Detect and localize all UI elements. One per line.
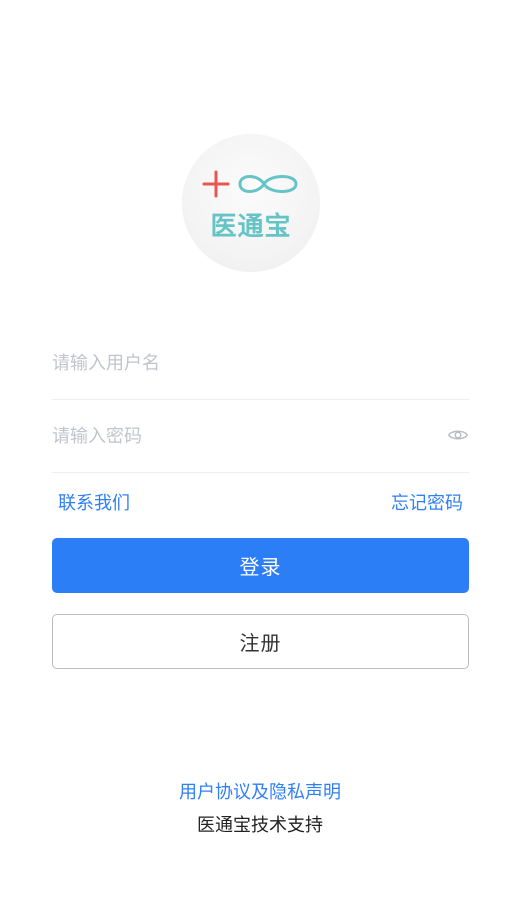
login-screen: 医通宝 联系我们 忘记密码 登录 注册 用户协议及隐私声明 医通宝技术支持 — [0, 0, 520, 924]
password-field-row — [52, 400, 469, 473]
username-input[interactable] — [52, 327, 432, 399]
forgot-password-link[interactable]: 忘记密码 — [391, 489, 463, 515]
tech-support-text: 医通宝技术支持 — [197, 815, 323, 836]
eye-icon[interactable] — [447, 424, 469, 446]
password-input[interactable] — [52, 400, 432, 472]
app-logo: 医通宝 — [182, 134, 320, 272]
username-field-row — [52, 327, 469, 400]
register-button[interactable]: 注册 — [52, 614, 469, 669]
login-button[interactable]: 登录 — [52, 538, 469, 593]
logo-text: 医通宝 — [210, 212, 292, 242]
user-agreement-link[interactable]: 用户协议及隐私声明 — [0, 778, 520, 804]
logo-plus-infinity-icon — [202, 170, 298, 198]
contact-us-link[interactable]: 联系我们 — [58, 489, 130, 515]
